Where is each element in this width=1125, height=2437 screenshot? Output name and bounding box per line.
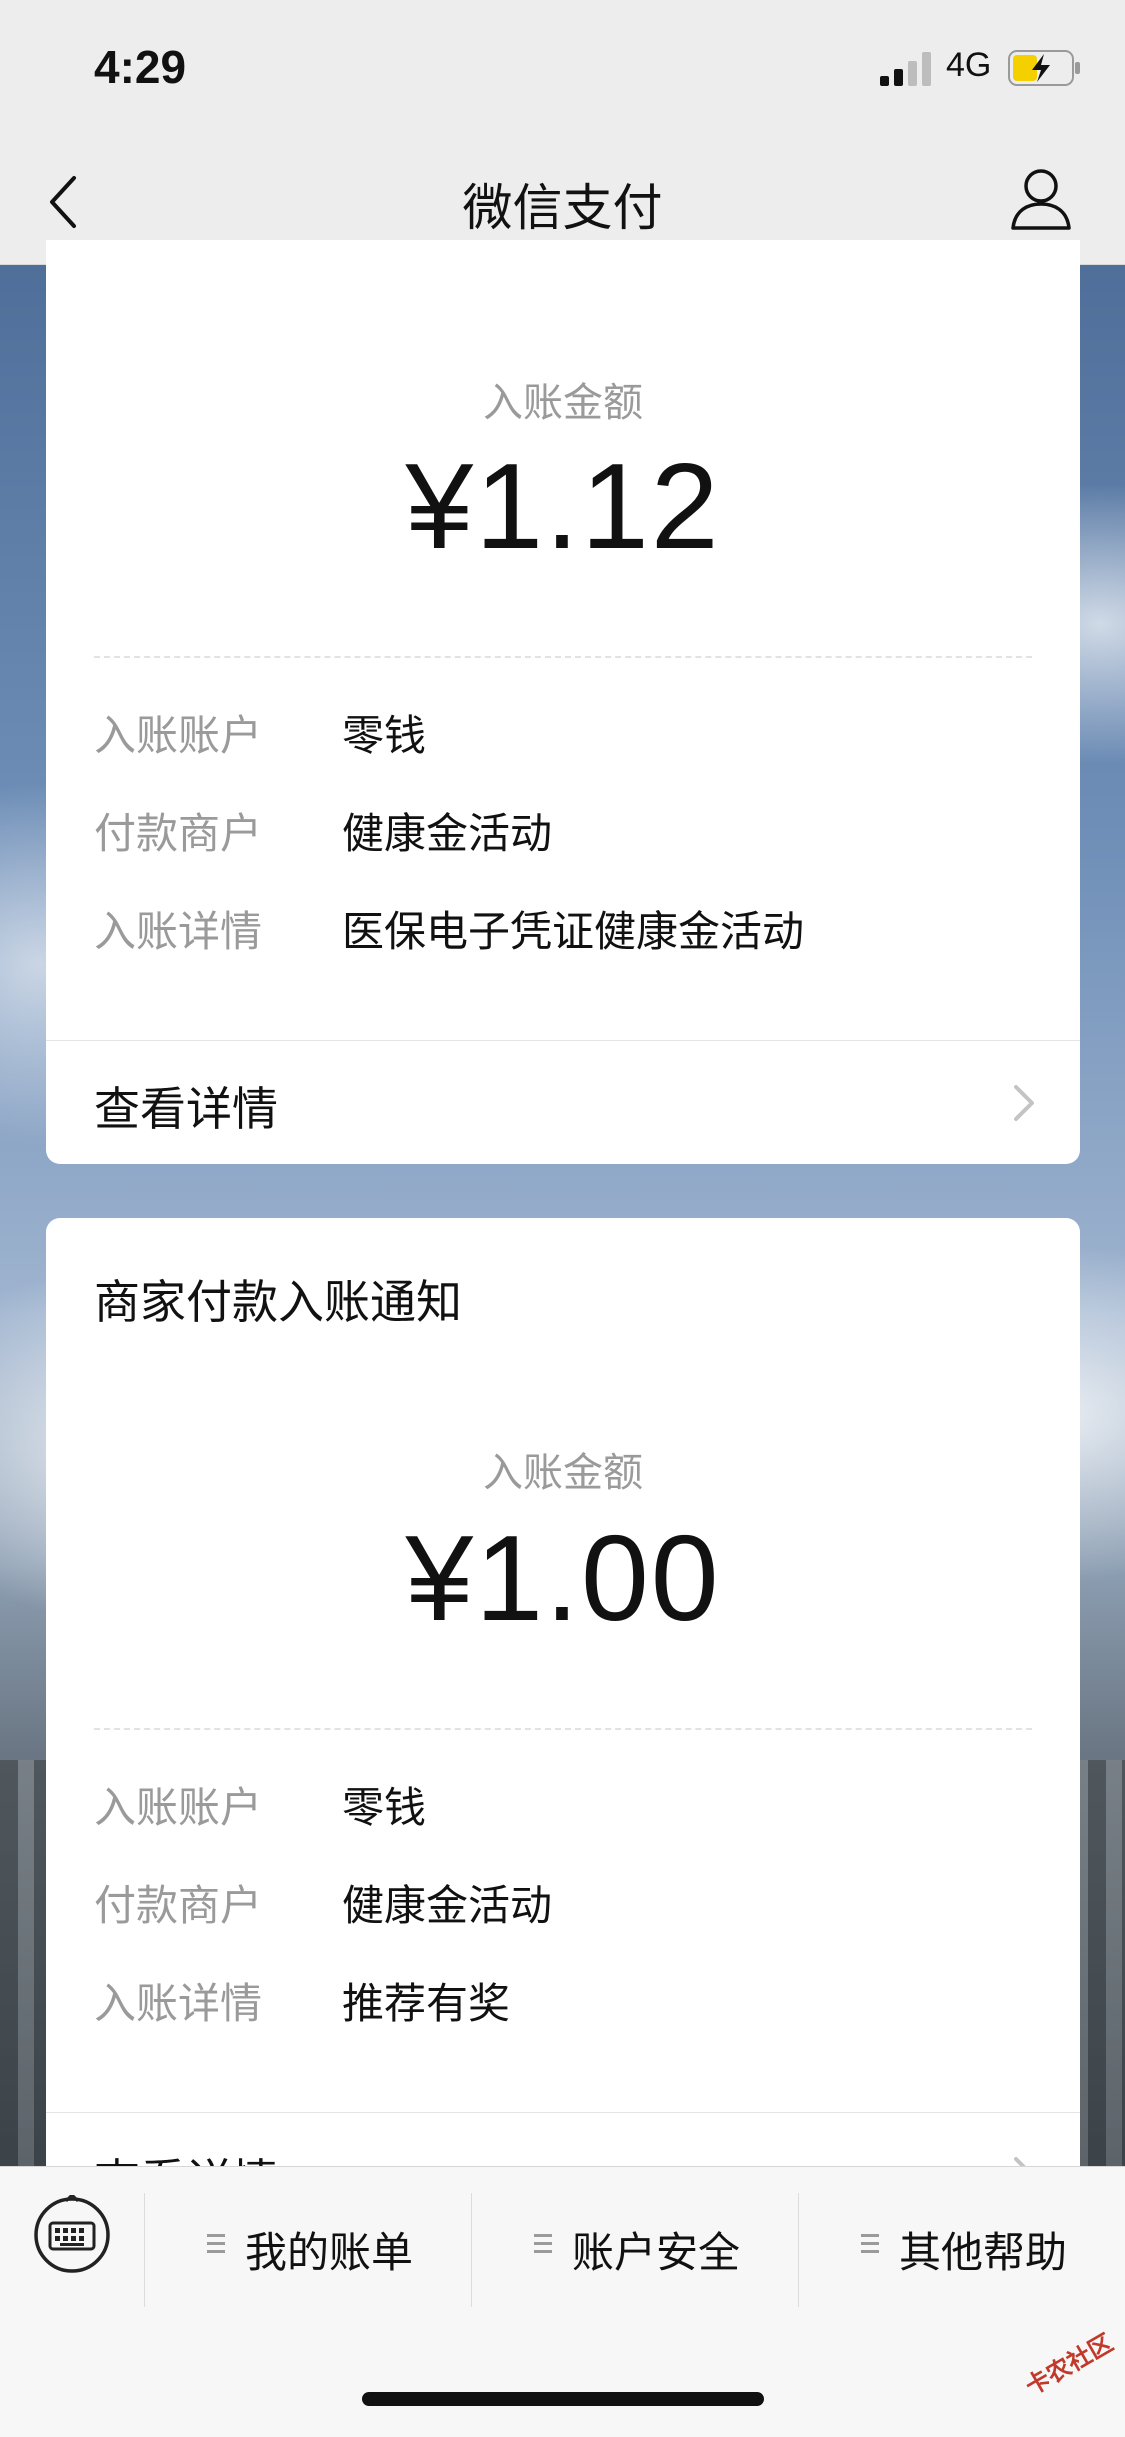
row-value: 医保电子凭证健康金活动 xyxy=(342,907,805,956)
menu-label: 账户安全 xyxy=(572,2228,741,2277)
payment-card-2: 商家付款入账通知 入账金额 ¥1.00 入账账户 零钱 付款商户 健康金活动 入… xyxy=(46,1218,1080,2218)
dashed-divider xyxy=(94,656,1032,658)
home-indicator xyxy=(362,2392,764,2406)
chevron-right-icon xyxy=(1014,1085,1034,1121)
amount-value: ¥1.00 xyxy=(405,1510,721,1646)
row-value: 零钱 xyxy=(342,1783,427,1832)
payment-card-1: 入账金额 ¥1.12 入账账户 零钱 付款商户 健康金活动 入账详情 医保电子凭… xyxy=(46,240,1080,1164)
network-type: 4G xyxy=(946,46,992,84)
info-row: 付款商户 健康金活动 xyxy=(94,800,1032,860)
keyboard-icon[interactable] xyxy=(32,2195,112,2275)
menu-account-security[interactable]: 账户安全 xyxy=(472,2187,798,2303)
page-title: 微信支付 xyxy=(462,179,663,237)
view-details-link[interactable]: 查看详情 xyxy=(46,1040,1080,1161)
menu-label: 其他帮助 xyxy=(899,2228,1068,2277)
profile-icon[interactable] xyxy=(1010,166,1072,232)
amount-label: 入账金额 xyxy=(483,380,643,426)
signal-icon xyxy=(880,52,931,86)
info-row: 入账详情 医保电子凭证健康金活动 xyxy=(94,898,1032,958)
menu-my-bills[interactable]: 我的账单 xyxy=(145,2187,471,2303)
menu-other-help[interactable]: 其他帮助 xyxy=(799,2187,1125,2303)
row-label: 入账账户 xyxy=(94,1783,263,1832)
info-row: 入账账户 零钱 xyxy=(94,702,1032,762)
row-label: 入账详情 xyxy=(94,907,263,956)
row-label: 付款商户 xyxy=(94,809,263,858)
row-label: 入账账户 xyxy=(94,711,263,760)
card-title: 商家付款入账通知 xyxy=(94,1275,462,1329)
menu-list-icon xyxy=(861,2234,879,2253)
row-value: 推荐有奖 xyxy=(342,1979,511,2028)
row-label: 入账详情 xyxy=(94,1979,263,2028)
view-details-label: 查看详情 xyxy=(94,1082,278,1136)
row-value: 健康金活动 xyxy=(342,809,553,858)
dashed-divider xyxy=(94,1728,1032,1730)
status-time: 4:29 xyxy=(94,41,187,93)
amount-value: ¥1.12 xyxy=(405,438,721,574)
info-row: 付款商户 健康金活动 xyxy=(94,1872,1032,1932)
row-value: 健康金活动 xyxy=(342,1881,553,1930)
amount-label: 入账金额 xyxy=(483,1450,643,1496)
row-value: 零钱 xyxy=(342,711,427,760)
menu-label: 我的账单 xyxy=(245,2228,414,2277)
menu-list-icon xyxy=(534,2234,552,2253)
status-bar: 4:29 4G xyxy=(0,0,1125,140)
menu-list-icon xyxy=(207,2234,225,2253)
battery-charging-icon xyxy=(1008,50,1080,86)
info-row: 入账账户 零钱 xyxy=(94,1774,1032,1834)
info-row: 入账详情 推荐有奖 xyxy=(94,1970,1032,2030)
row-label: 付款商户 xyxy=(94,1881,263,1930)
